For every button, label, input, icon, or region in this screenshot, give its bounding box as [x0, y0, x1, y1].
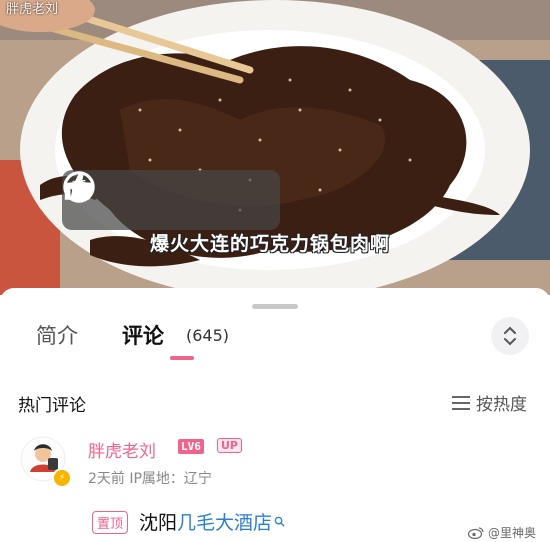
comment-username[interactable]: 胖虎老刘 [88, 437, 156, 462]
comments-count: (645) [186, 326, 230, 345]
watermark-text: @里神奥 [488, 526, 537, 540]
weibo-icon [468, 527, 484, 539]
comment-text: 沈阳 几毛大酒店 [139, 508, 285, 535]
chevron-up-down-icon [504, 326, 516, 346]
video-subtitle: 爆火大连的巧克力锅包肉啊 [150, 233, 391, 255]
user-level-badge: LV6 [178, 439, 204, 454]
pinned-badge: 置顶 [92, 511, 129, 534]
verified-badge-icon: ⚡ [52, 468, 72, 488]
video-player[interactable]: 胖虎老刘 币 爆火大连的巧克力锅包肉啊 [0, 0, 550, 295]
comments-sheet: 简介 评论 (645) 热门评论 按热度 ⚡ 胖虎老刘 LV6 UP 2天前 I… [0, 288, 550, 542]
comment-search-link[interactable]: 几毛大酒店 [177, 508, 272, 535]
sheet-drag-handle[interactable] [252, 304, 298, 309]
comment-meta: 2天前 IP属地：辽宁 [88, 471, 212, 487]
hot-comments-title: 热门评论 [18, 396, 86, 416]
video-uploader-watermark: 胖虎老刘 [6, 2, 59, 17]
comment-text-prefix: 沈阳 [139, 512, 178, 534]
sort-lines-icon [452, 395, 470, 410]
search-icon[interactable] [274, 516, 285, 527]
video-action-panel: 币 [62, 170, 280, 230]
favorite-icon [64, 172, 94, 200]
sort-by-hot-button[interactable]: 按热度 [452, 390, 527, 415]
tab-intro[interactable]: 简介 [36, 320, 78, 350]
active-tab-indicator [170, 356, 194, 360]
coin-button[interactable]: 币 [63, 171, 193, 222]
expand-collapse-button[interactable] [491, 317, 529, 355]
tab-comments[interactable]: 评论 [122, 320, 164, 350]
up-badge: UP [217, 438, 242, 453]
sort-label: 按热度 [476, 395, 527, 415]
favorite-button[interactable] [64, 172, 266, 222]
weibo-watermark: @里神奥 [468, 524, 536, 541]
